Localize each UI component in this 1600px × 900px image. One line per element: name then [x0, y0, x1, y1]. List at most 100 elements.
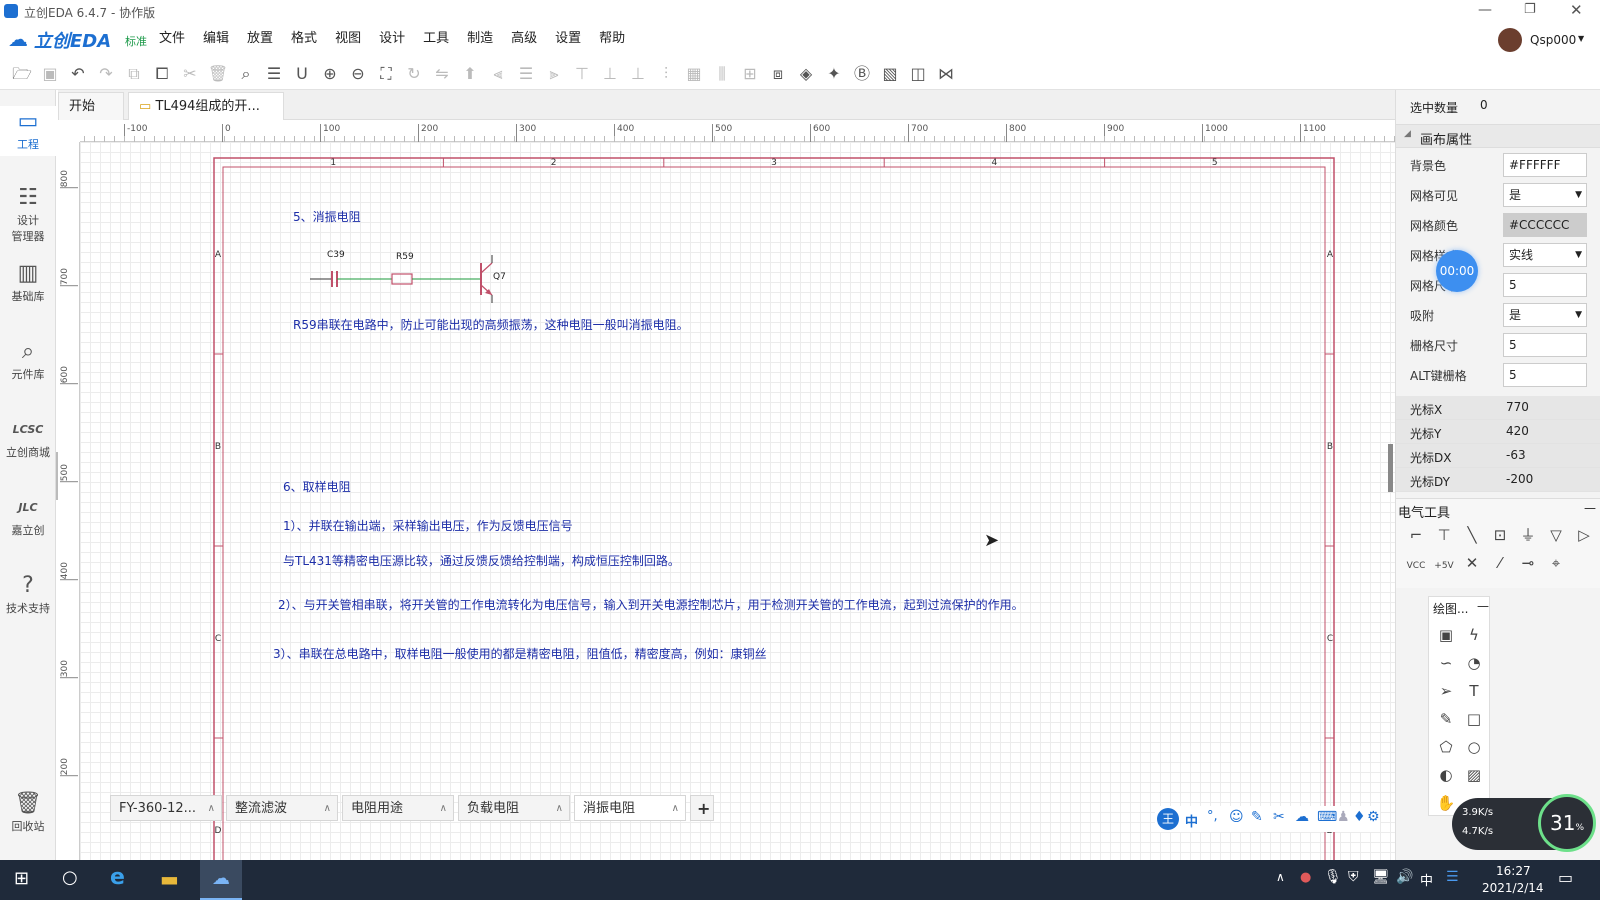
menu-settings[interactable]: 设置	[546, 24, 590, 54]
image-icon[interactable]: ▧	[876, 60, 904, 88]
align-center-icon[interactable]: ☰	[512, 60, 540, 88]
note-6-1b[interactable]: 与TL431等精密电压源比较，通过反馈反馈给控制端，构成恒压控制回路。	[283, 552, 680, 569]
flip-icon[interactable]: ⇋	[428, 60, 456, 88]
text-icon[interactable]: T	[1460, 677, 1488, 705]
network-icon[interactable]: 🖥	[1372, 869, 1390, 885]
align-bottom-icon[interactable]: ⊥	[624, 60, 652, 88]
collapse-icon[interactable]: —	[1477, 599, 1489, 613]
search-icon[interactable]: ⌕	[232, 60, 260, 88]
sidebar-item-basic-library[interactable]: ▥ 基础库	[0, 260, 56, 304]
bring-front-icon[interactable]: ⬆	[456, 60, 484, 88]
tray-app-icon[interactable]: ●	[1300, 870, 1311, 885]
vcc-icon[interactable]: VCC	[1402, 552, 1430, 580]
ime-shirt-icon[interactable]: ♦	[1353, 809, 1366, 825]
notification-icon[interactable]: ▭	[1558, 868, 1573, 887]
chevron-down-icon[interactable]: ▼	[1578, 34, 1584, 43]
ime-keyboard-icon[interactable]: ⌨	[1317, 809, 1337, 825]
schematic-canvas[interactable]: 12345AABBCCDD C39 R59 Q7 5、消振电阻 R59串联在电路…	[80, 142, 1395, 860]
gnd-arrow-icon[interactable]: ▽	[1542, 521, 1570, 549]
sidebar-item-lcsc[interactable]: LCSC 立创商城	[0, 416, 56, 460]
timer-badge[interactable]: 00:00	[1436, 250, 1478, 292]
sidebar-item-project[interactable]: ▭ 工程	[0, 106, 56, 156]
canvas-props-header[interactable]: ◢ 画布属性	[1396, 124, 1600, 148]
ime-scissors-icon[interactable]: ✂	[1273, 809, 1285, 825]
undo-icon[interactable]: ↶	[64, 60, 92, 88]
junction-icon[interactable]: ⌖	[1542, 549, 1570, 577]
cut-icon[interactable]: ✂	[176, 60, 204, 88]
sheet-tab-resistor-use[interactable]: 电阻用途 ∧	[342, 795, 454, 821]
find-similar-icon[interactable]: U	[288, 60, 316, 88]
port-icon[interactable]: ▷	[1570, 521, 1598, 549]
bus-icon[interactable]: ⊤	[1430, 521, 1458, 549]
cpu-gauge[interactable]: 31%	[1538, 794, 1596, 852]
bezier-icon[interactable]: ∽	[1432, 649, 1460, 677]
easyeda-taskbar-icon[interactable]: ☁	[200, 860, 242, 900]
avatar[interactable]	[1498, 28, 1522, 52]
no-connect-icon[interactable]: ✕	[1458, 549, 1486, 577]
user-name[interactable]: Qsp000	[1530, 33, 1576, 47]
rotate-icon[interactable]: ↻	[400, 60, 428, 88]
freehand-icon[interactable]: ✎	[1432, 705, 1460, 733]
background-color-input[interactable]: #FFFFFF	[1503, 153, 1587, 177]
restore-button[interactable]: ❐	[1524, 2, 1536, 17]
find-list-icon[interactable]: ☰	[260, 60, 288, 88]
sidebar-item-support[interactable]: ? 技术支持	[0, 572, 56, 616]
note-6-1[interactable]: 1）、并联在输出端，采样输出电压，作为反馈电压信号	[283, 517, 573, 534]
layers-icon[interactable]: ◫	[904, 60, 932, 88]
ime-punct-icon[interactable]: °,	[1207, 809, 1218, 824]
tray-chevron-icon[interactable]: ∧	[1276, 870, 1285, 884]
arc-icon[interactable]: ◔	[1460, 649, 1488, 677]
copy-icon[interactable]: ⧉	[120, 60, 148, 88]
add-sheet-button[interactable]: +	[690, 795, 714, 821]
menu-edit[interactable]: 编辑	[194, 24, 238, 54]
redo-icon[interactable]: ↷	[92, 60, 120, 88]
menu-file[interactable]: 文件	[150, 24, 194, 54]
windows-start-icon[interactable]: ⊞	[14, 868, 29, 889]
ime-settings-icon[interactable]: ⚙	[1367, 809, 1380, 825]
menu-tools[interactable]: 工具	[414, 24, 458, 54]
ie-icon[interactable]: e	[110, 865, 125, 890]
c39-label[interactable]: C39	[327, 250, 345, 260]
rectangle-icon[interactable]: □	[1460, 705, 1488, 733]
sidebar-item-recycle[interactable]: 🗑 回收站	[0, 790, 56, 834]
wire-icon[interactable]: ⌐	[1402, 521, 1430, 549]
snap-select[interactable]: 是	[1503, 303, 1587, 327]
line-icon[interactable]: ╲	[1458, 521, 1486, 549]
sidebar-item-jlc[interactable]: JLC 嘉立创	[0, 494, 56, 538]
sheet-tab-load-resistor[interactable]: 负载电阻 ∧	[458, 795, 570, 821]
menu-place[interactable]: 放置	[238, 24, 282, 54]
menu-advanced[interactable]: 高级	[502, 24, 546, 54]
r59-label[interactable]: R59	[396, 252, 414, 262]
open-folder-icon[interactable]: 🗁	[8, 63, 36, 91]
sheet-tab-fy360[interactable]: FY-360-12... ∧	[110, 795, 222, 821]
tab-start[interactable]: 开始	[58, 92, 124, 120]
ime-pen-icon[interactable]: ✎	[1251, 809, 1263, 825]
pin-icon[interactable]: ⊸	[1514, 549, 1542, 577]
sidebar-item-component-library[interactable]: ⌕ 元件库	[0, 338, 56, 382]
ime-indicator[interactable]: 中	[1420, 870, 1433, 889]
circle-icon[interactable]: ○	[1460, 733, 1488, 761]
alt-snap-input[interactable]: 5	[1503, 363, 1587, 387]
image-export-icon[interactable]: ⧈	[764, 60, 792, 88]
menu-fabricate[interactable]: 制造	[458, 24, 502, 54]
clock-date[interactable]: 2021/2/14	[1482, 881, 1544, 895]
wire-tool-icon[interactable]: ✦	[820, 60, 848, 88]
plus5v-icon[interactable]: +5V	[1430, 552, 1458, 580]
polygon-icon[interactable]: ⬠	[1432, 733, 1460, 761]
ime-mode-label[interactable]: 中	[1185, 811, 1198, 830]
zoom-in-icon[interactable]: ⊕	[316, 60, 344, 88]
grid-color-input[interactable]: #CCCCCC	[1503, 213, 1587, 237]
distribute-v-icon[interactable]: ⫼	[708, 60, 736, 88]
align-left-icon[interactable]: ⫷	[484, 60, 512, 88]
collapse-icon[interactable]: —	[1584, 501, 1596, 515]
security-icon[interactable]: ⛨	[1348, 869, 1359, 885]
menu-design[interactable]: 设计	[370, 24, 414, 54]
close-button[interactable]: ✕	[1570, 1, 1583, 19]
ime-logo-icon[interactable]: 王	[1157, 808, 1179, 830]
sheet-tab-damping[interactable]: 消振电阻 ∧	[574, 795, 686, 821]
minimize-button[interactable]: —	[1478, 2, 1492, 18]
layers-up-icon[interactable]: ◈	[792, 60, 820, 88]
q7-label[interactable]: Q7	[493, 272, 506, 282]
menu-help[interactable]: 帮助	[590, 24, 634, 54]
menu-view[interactable]: 视图	[326, 24, 370, 54]
